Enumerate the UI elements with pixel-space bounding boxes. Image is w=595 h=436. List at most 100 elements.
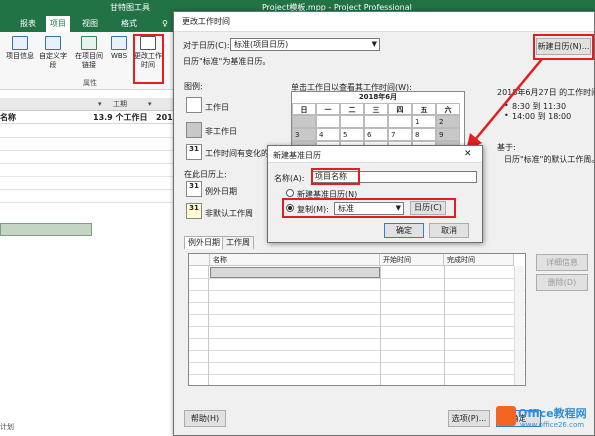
column-divider bbox=[444, 266, 445, 385]
calendar-day[interactable]: 4 bbox=[316, 128, 340, 141]
status-bar-text: 计划 bbox=[0, 423, 14, 431]
highlight-box bbox=[311, 168, 360, 185]
row-name: 名称 bbox=[0, 113, 16, 122]
wbs-label: WBS bbox=[110, 52, 128, 60]
table-row bbox=[189, 314, 525, 315]
sub-dialog-title-bar: 新建基准日历 ✕ bbox=[268, 146, 482, 163]
details-button[interactable]: 详细信息(E)... bbox=[536, 254, 588, 282]
table-row bbox=[189, 362, 525, 363]
legend-exception-swatch: 31 bbox=[186, 181, 202, 197]
calendar-day[interactable] bbox=[364, 115, 388, 128]
for-calendar-value: 标准(项目日历) bbox=[234, 40, 289, 49]
table-row bbox=[189, 374, 525, 375]
wbs-button[interactable]: WBS bbox=[106, 36, 132, 61]
tab-format[interactable]: 格式 bbox=[117, 16, 141, 32]
grid-line bbox=[0, 189, 180, 190]
legend-changed-swatch: 31 bbox=[186, 144, 202, 160]
watermark-text: Office教程网 bbox=[518, 407, 587, 420]
office-logo-icon bbox=[496, 406, 516, 426]
table-row bbox=[189, 350, 525, 351]
lightbulb-icon[interactable]: ♀ bbox=[158, 16, 172, 32]
selected-row[interactable] bbox=[0, 223, 92, 236]
custom-fields-button[interactable]: 自定义字段 bbox=[36, 36, 70, 70]
ribbon-tabs: 报表 项目 视图 格式 ♀ bbox=[0, 16, 180, 32]
for-calendar-label: 对于日历(C): bbox=[183, 41, 230, 50]
col-start-header: 开始时间 bbox=[380, 254, 444, 266]
legend-working-swatch bbox=[186, 97, 202, 113]
links-label: 在项目间链接 bbox=[75, 52, 103, 69]
calendar-day[interactable] bbox=[388, 115, 412, 128]
calendar-day[interactable]: 9 bbox=[436, 128, 460, 141]
table-corner bbox=[189, 254, 210, 266]
radio-new-base[interactable] bbox=[286, 189, 294, 197]
context-tab-label: 甘特图工具 bbox=[110, 3, 150, 12]
name-label: 名称(A): bbox=[274, 174, 305, 183]
watermark: Office教程网 www.office26.com bbox=[496, 403, 595, 436]
grid-line bbox=[0, 202, 180, 203]
dialog-title-bar: 更改工作时间 bbox=[174, 12, 594, 32]
calendar-day[interactable]: 7 bbox=[388, 128, 412, 141]
chevron-down-icon: ▼ bbox=[371, 40, 377, 48]
help-button[interactable]: 帮助(H) bbox=[184, 410, 226, 427]
legend-working: 工作日 bbox=[205, 103, 229, 112]
legend-nonworking: 非工作日 bbox=[205, 127, 237, 136]
weekday-header: 六 bbox=[436, 103, 460, 115]
for-calendar-select[interactable]: 标准(项目日历) ▼ bbox=[230, 38, 380, 51]
weekday-header: 二 bbox=[340, 103, 364, 115]
calendar-day[interactable] bbox=[340, 115, 364, 128]
calendar-day[interactable]: 8 bbox=[412, 128, 436, 141]
wbs-icon bbox=[111, 36, 127, 50]
table-scrollbar[interactable] bbox=[514, 266, 524, 385]
row-duration: 13.9 个工作日 bbox=[93, 113, 148, 122]
weekday-header: 三 bbox=[364, 103, 388, 115]
col-finish-header: 完成时间 bbox=[444, 254, 514, 266]
project-info-label: 项目信息 bbox=[6, 52, 34, 60]
row-header-column bbox=[189, 266, 209, 385]
highlight-box bbox=[133, 34, 164, 84]
sub-ok-button[interactable]: 确定 bbox=[384, 223, 424, 238]
table-row bbox=[189, 326, 525, 327]
on-this-calendar-label: 在此日历上: bbox=[184, 170, 227, 179]
column-divider bbox=[380, 266, 381, 385]
calendar-day[interactable] bbox=[316, 115, 340, 128]
calendar-month-title: 2018年6月 bbox=[358, 93, 398, 101]
col-duration-header[interactable]: 工期 bbox=[113, 98, 127, 111]
tab-work-weeks[interactable]: 工作周 bbox=[222, 236, 254, 249]
grid-header: ▾ 工期 ▾ bbox=[0, 98, 180, 111]
base-calendar-note: 日历"标准"为基准日历。 bbox=[183, 57, 271, 66]
grid-line bbox=[0, 163, 180, 164]
close-icon[interactable]: ✕ bbox=[464, 149, 472, 159]
exceptions-table[interactable]: 名称 开始时间 完成时间 bbox=[188, 253, 526, 386]
table-row bbox=[189, 338, 525, 339]
tab-project[interactable]: 项目 bbox=[46, 16, 70, 32]
project-info-button[interactable]: 项目信息 bbox=[3, 36, 37, 61]
calendar-day[interactable]: 6 bbox=[364, 128, 388, 141]
calendar-day[interactable]: 3 bbox=[292, 128, 316, 141]
calendar-day[interactable]: 5 bbox=[340, 128, 364, 141]
highlight-box bbox=[282, 198, 456, 218]
calendar-day[interactable]: 1 bbox=[412, 115, 436, 128]
sub-cancel-button[interactable]: 取消 bbox=[429, 223, 469, 238]
legend-nondefault-swatch: 31 bbox=[186, 203, 202, 219]
table-row bbox=[189, 290, 525, 291]
options-button[interactable]: 选项(P)... bbox=[448, 410, 490, 427]
links-between-projects-button[interactable]: 在项目间链接 bbox=[72, 36, 106, 70]
selected-cell[interactable] bbox=[210, 267, 380, 278]
calendar-day[interactable] bbox=[292, 115, 316, 128]
tab-report[interactable]: 报表 bbox=[16, 16, 40, 32]
dialog-title: 更改工作时间 bbox=[182, 17, 230, 26]
weekday-header: 日 bbox=[292, 103, 316, 115]
delete-button[interactable]: 删除(D) bbox=[536, 274, 588, 291]
weekday-header: 一 bbox=[316, 103, 340, 115]
table-row[interactable]: 名称 13.9 个工作日 2018 bbox=[0, 111, 180, 124]
chevron-down-icon[interactable]: ▾ bbox=[98, 98, 102, 111]
new-base-calendar-dialog: 新建基准日历 ✕ 名称(A): 项目名称 新建基准日历(N) 复制(M): 标准… bbox=[267, 145, 483, 243]
tab-view[interactable]: 视图 bbox=[78, 16, 102, 32]
tab-exceptions[interactable]: 例外日期 bbox=[184, 236, 224, 249]
custom-fields-icon bbox=[45, 36, 61, 50]
grid-line bbox=[0, 176, 180, 177]
table-row bbox=[189, 278, 525, 279]
calendar-day[interactable]: 2 bbox=[436, 115, 460, 128]
weekday-header: 五 bbox=[412, 103, 436, 115]
chevron-down-icon[interactable]: ▾ bbox=[148, 98, 152, 111]
